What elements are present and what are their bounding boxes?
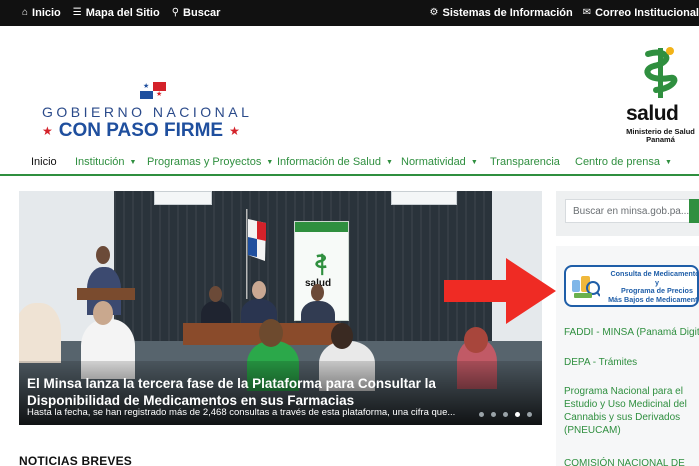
- attendee-head: [252, 281, 266, 299]
- gobierno-slogan: CON PASO FIRME: [58, 120, 224, 141]
- sidebar-link-faddi[interactable]: FADDI - MINSA (Panamá Digital): [564, 326, 699, 339]
- audience-head: [464, 327, 488, 353]
- chevron-down-icon: ▼: [129, 158, 137, 166]
- topbar-sitemap-label: Mapa del Sitio: [85, 7, 160, 19]
- chevron-down-icon: ▼: [385, 158, 393, 166]
- slider-dots: [479, 412, 532, 417]
- topbar-home-label: Inicio: [32, 7, 61, 19]
- nav-item-normatividad[interactable]: Normatividad ▼: [401, 156, 478, 168]
- salud-wordmark: salud: [626, 102, 679, 125]
- podium-image: [77, 288, 135, 300]
- consulta-medicamentos-banner[interactable]: Consulta de Medicamentos y Programa de P…: [564, 265, 699, 307]
- chevron-down-icon: ▼: [266, 158, 274, 166]
- nav-label: Transparencia: [490, 156, 560, 168]
- noticias-breves-heading: NOTICIAS BREVES: [19, 454, 133, 466]
- chevron-down-icon: ▼: [665, 158, 672, 166]
- medicine-icon: [572, 276, 600, 298]
- sitemap-icon: ☰: [72, 7, 82, 18]
- arrow-right-icon: [444, 258, 556, 324]
- nav-label: Normatividad: [401, 156, 466, 168]
- gobierno-line2: ★ CON PASO FIRME ★: [42, 120, 266, 142]
- salud-subtitle: Ministerio de Salud Panamá: [622, 128, 699, 144]
- caduceus-icon: [315, 253, 327, 276]
- chevron-down-icon: ▼: [470, 158, 478, 166]
- gobierno-logo[interactable]: ★ ★ GOBIERNO NACIONAL ★ CON PASO FIRME ★: [42, 82, 267, 152]
- sidebar-link-comision[interactable]: COMISIÓN NACIONAL DE: [564, 457, 699, 466]
- topbar-mail-label: Correo Institucional: [595, 7, 699, 19]
- nav-item-institucion[interactable]: Institución ▼: [75, 156, 136, 168]
- sidebar: Consulta de Medicamentos y Programa de P…: [556, 191, 699, 466]
- nav-item-transparencia[interactable]: Transparencia: [490, 156, 560, 168]
- audience-head: [93, 301, 113, 325]
- nav-label: Institución: [75, 156, 125, 168]
- consulta-line: Más Bajos de Medicamentos: [608, 294, 699, 304]
- salud-subtitle-text: Ministerio de Salud Panamá: [626, 127, 695, 144]
- topbar-systems-link[interactable]: ⚙ Sistemas de Información: [430, 7, 573, 19]
- topbar-mail-link[interactable]: ✉ Correo Institucional: [583, 7, 699, 19]
- nav-item-informacion[interactable]: Información de Salud ▼: [277, 156, 393, 168]
- nav-label: Inicio: [31, 156, 57, 168]
- nav-item-centro-prensa[interactable]: Centro de prensa ▼: [575, 156, 672, 168]
- attendee-head: [209, 286, 222, 302]
- gear-icon: ⚙: [429, 7, 439, 18]
- panama-flag-icon: ★ ★: [140, 82, 166, 99]
- home-icon: ⌂: [22, 7, 29, 18]
- attendee-head: [311, 284, 324, 301]
- search-input[interactable]: [565, 199, 693, 223]
- gobierno-line1: GOBIERNO NACIONAL: [42, 104, 253, 120]
- site-header: ★ ★ GOBIERNO NACIONAL ★ CON PASO FIRME ★…: [0, 26, 699, 150]
- consulta-text: Consulta de Medicamentos y Programa de P…: [602, 269, 699, 304]
- nav-item-inicio[interactable]: Inicio: [31, 156, 57, 168]
- slide-subtitle: Hasta la fecha, se han registrado más de…: [27, 407, 456, 418]
- nav-label: Centro de prensa: [575, 156, 660, 168]
- consulta-line: Consulta de Medicamentos: [610, 269, 699, 278]
- sidebar-link-depa[interactable]: DEPA - Trámites: [564, 356, 699, 369]
- topbar-sitemap-link[interactable]: ☰ Mapa del Sitio: [73, 7, 160, 19]
- audience-head: [259, 319, 283, 347]
- star-icon: ★: [229, 124, 240, 138]
- topbar-home-link[interactable]: ⌂ Inicio: [22, 7, 61, 19]
- caduceus-icon: [644, 47, 678, 98]
- slide-title-link[interactable]: El Minsa lanza la tercera fase de la Pla…: [27, 375, 532, 409]
- audience-head: [331, 323, 353, 349]
- nav-item-programas[interactable]: Programas y Proyectos ▼: [147, 156, 273, 168]
- slider-dot[interactable]: [527, 412, 532, 417]
- minsa-logo[interactable]: salud Ministerio de Salud Panamá: [622, 44, 699, 148]
- slider-dot[interactable]: [503, 412, 508, 417]
- nav-label: Información de Salud: [277, 156, 381, 168]
- topbar-search-link[interactable]: ⚲ Buscar: [172, 7, 221, 19]
- slider-dot[interactable]: [491, 412, 496, 417]
- topbar-systems-label: Sistemas de Información: [442, 7, 573, 19]
- slider-dot[interactable]: [479, 412, 484, 417]
- mail-icon: ✉: [582, 7, 592, 18]
- speaker-head: [96, 246, 110, 264]
- main-nav: Inicio Institución ▼ Programas y Proyect…: [0, 150, 699, 176]
- search-icon: ⚲: [171, 7, 180, 18]
- air-conditioner-image: [391, 191, 457, 205]
- sidebar-search: [556, 191, 699, 236]
- search-button[interactable]: [689, 199, 699, 223]
- audience-figure: [19, 303, 61, 363]
- topbar-search-label: Buscar: [183, 7, 221, 19]
- nav-label: Programas y Proyectos: [147, 156, 262, 168]
- slider-dot-active[interactable]: [515, 412, 520, 417]
- air-conditioner-image: [154, 191, 212, 205]
- sidebar-link-pneucam[interactable]: Programa Nacional para el Estudio y Uso …: [564, 385, 692, 437]
- top-bar: ⌂ Inicio ☰ Mapa del Sitio ⚲ Buscar ⚙ Sis…: [0, 0, 699, 26]
- star-icon: ★: [42, 124, 53, 138]
